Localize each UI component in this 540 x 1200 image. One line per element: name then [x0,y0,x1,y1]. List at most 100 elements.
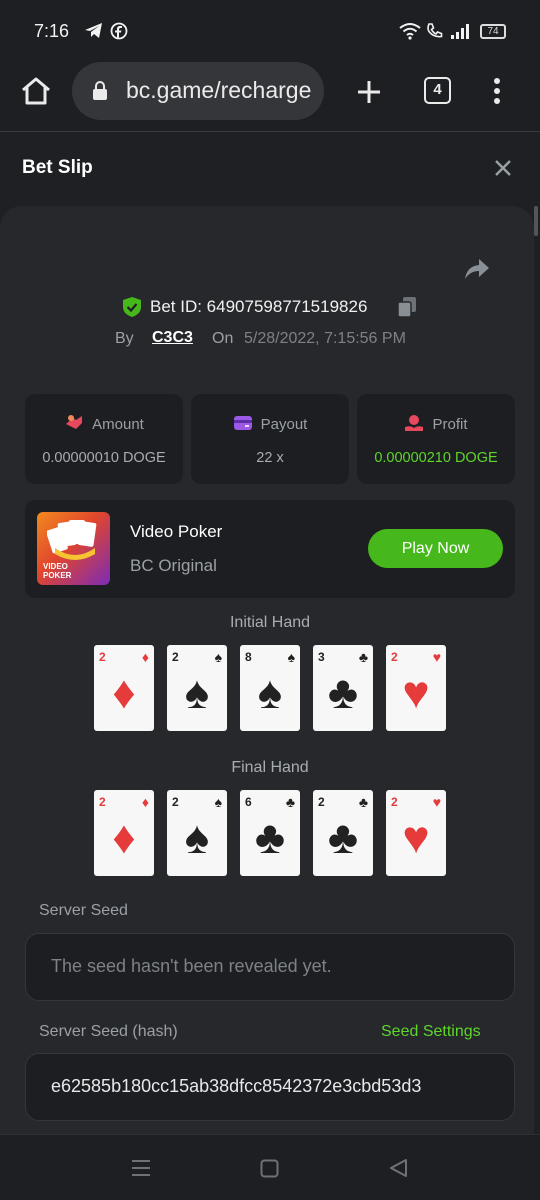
card-rank: 2 [172,795,179,809]
url-bar[interactable]: bc.game/recharge [72,62,324,120]
wifi-call-icon [427,23,443,38]
card-suit-small: ♦ [141,649,149,665]
seed-settings-link[interactable]: Seed Settings [381,1023,481,1041]
cards-fan-icon [47,520,97,560]
card-rank: 2 [318,795,325,809]
card-suit-small: ♠ [214,794,222,810]
verified-shield-icon [123,297,141,317]
thumbnail-text-bottom: POKER [43,571,72,580]
status-bar: 7:16 74 [0,0,540,62]
more-menu-icon[interactable] [492,77,502,105]
facebook-icon [110,22,128,40]
close-icon[interactable] [493,158,513,178]
browser-toolbar: bc.game/recharge 4 [0,62,540,132]
battery-icon: 74 [480,24,506,39]
card-suit-small: ♠ [214,649,222,665]
wallet-icon [233,416,252,430]
card-rank: 2 [391,795,398,809]
thumbnail-text-top: VIDEO [43,562,68,571]
playing-card: 6 ♣ ♣ [240,790,300,876]
play-now-button[interactable]: Play Now [368,529,503,568]
card-suit-icon: ♣ [327,811,359,863]
playing-card: 2 ♦ ♦ [94,790,154,876]
amount-icon [66,415,83,429]
tab-switcher-button[interactable]: 4 [424,77,451,104]
payout-label: Payout [260,416,308,433]
card-suit-icon: ♠ [257,666,283,718]
server-seed-field[interactable]: The seed hasn't been revealed yet. [25,933,515,1001]
amount-value: 0.00000010 DOGE [42,450,166,466]
bet-date: 5/28/2022, 7:15:56 PM [244,330,406,347]
bet-author-row: By C3C3 On 5/28/2022, 7:15:56 PM [0,328,540,352]
card-suit-icon: ♦ [112,811,136,863]
lock-icon [93,81,107,100]
card-suit-icon: ♣ [327,666,359,718]
playing-card: 2 ♠ ♠ [167,790,227,876]
final-hand-title: Final Hand [231,759,309,776]
home-nav-icon[interactable] [260,1159,279,1178]
game-name: Video Poker [130,522,223,541]
card-suit-icon: ♦ [112,666,136,718]
by-label: By [115,330,134,347]
card-rank: 6 [245,795,252,809]
server-hash-field[interactable]: e62585b180cc15ab38dfcc8542372e3cbd53d3 [25,1053,515,1121]
dialog-header: Bet Slip [0,133,540,203]
card-suit-icon: ♠ [184,811,210,863]
bet-id: Bet ID: 64907598771519826 [150,297,368,316]
playing-card: 2 ♥ ♥ [386,790,446,876]
new-tab-icon[interactable] [356,79,382,105]
payout-stat: Payout 22 x [191,394,349,484]
profit-stat: Profit 0.00000210 DOGE [357,394,515,484]
card-rank: 8 [245,650,252,664]
playing-card: 2 ♥ ♥ [386,645,446,731]
playing-card: 8 ♠ ♠ [240,645,300,731]
card-rank: 2 [99,795,106,809]
share-icon[interactable] [464,258,490,280]
card-suit-icon: ♠ [184,666,210,718]
dialog-title: Bet Slip [22,157,93,178]
card-suit-icon: ♣ [254,811,286,863]
playing-card: 2 ♦ ♦ [94,645,154,731]
back-nav-icon[interactable] [388,1158,408,1178]
card-suit-icon: ♥ [402,811,430,863]
profit-value: 0.00000210 DOGE [374,450,498,466]
server-seed-label: Server Seed [39,902,128,919]
signal-icon [451,24,469,39]
card-rank: 2 [172,650,179,664]
telegram-icon [85,23,102,38]
recent-apps-icon[interactable] [131,1159,151,1177]
playing-card: 3 ♣ ♣ [313,645,373,731]
system-nav-bar [0,1134,540,1200]
server-hash-value: e62585b180cc15ab38dfcc8542372e3cbd53d3 [51,1076,422,1096]
profit-label: Profit [432,416,468,433]
wifi-icon [399,23,421,40]
game-provider: BC Original [130,556,217,575]
server-seed-value: The seed hasn't been revealed yet. [51,956,332,976]
amount-label: Amount [92,416,144,433]
profit-icon [405,415,424,431]
game-thumbnail: VIDEO POKER [37,512,110,585]
card-suit-icon: ♥ [402,666,430,718]
card-suit-small: ♠ [287,649,295,665]
initial-hand-title: Initial Hand [229,614,311,631]
amount-stat: Amount 0.00000010 DOGE [25,394,183,484]
copy-icon[interactable] [397,296,417,318]
status-time: 7:16 [34,21,70,41]
home-icon[interactable] [20,76,52,106]
card-rank: 2 [391,650,398,664]
card-suit-small: ♥ [432,649,441,665]
url-text: bc.game/recharge [126,77,312,103]
card-suit-small: ♦ [141,794,149,810]
playing-card: 2 ♣ ♣ [313,790,373,876]
bet-id-row: Bet ID: 64907598771519826 [0,296,540,320]
card-suit-small: ♥ [432,794,441,810]
card-suit-small: ♣ [358,649,368,665]
playing-card: 2 ♠ ♠ [167,645,227,731]
payout-value: 22 x [256,450,284,466]
card-rank: 2 [99,650,106,664]
server-hash-label: Server Seed (hash) [39,1023,178,1040]
card-suit-small: ♣ [285,794,295,810]
user-link[interactable]: C3C3 [152,329,193,347]
game-card: VIDEO POKER Video Poker BC Original Play… [25,500,515,598]
on-label: On [212,330,234,347]
